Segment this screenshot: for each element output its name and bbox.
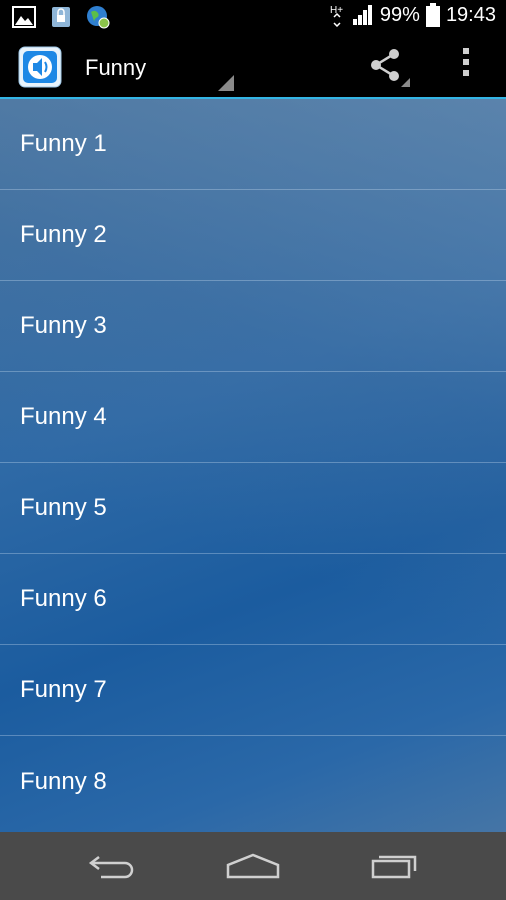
list-item[interactable]: Funny 1 xyxy=(0,99,506,190)
navigation-bar xyxy=(0,832,506,900)
sound-list: Funny 1 Funny 2 Funny 3 Funny 4 Funny 5 … xyxy=(0,99,506,832)
list-item-label: Funny 2 xyxy=(20,221,107,248)
clock: 19:43 xyxy=(445,3,496,26)
overflow-menu-icon xyxy=(450,48,482,76)
app-icon[interactable] xyxy=(18,46,62,88)
lock-file-icon xyxy=(50,6,72,28)
list-item-label: Funny 8 xyxy=(20,767,107,795)
list-item-label: Funny 3 xyxy=(20,312,107,339)
network-type-icon: H+ xyxy=(330,3,346,27)
share-dropdown-indicator xyxy=(401,78,410,87)
system-status: H+ 99% 19:43 xyxy=(330,3,496,27)
back-button[interactable] xyxy=(72,846,152,886)
list-item[interactable]: Funny 2 xyxy=(0,190,506,281)
image-icon xyxy=(12,6,36,28)
list-item-label: Funny 1 xyxy=(20,130,107,157)
recents-icon xyxy=(371,855,417,879)
action-bar: Funny xyxy=(0,33,506,99)
list-item-label: Funny 7 xyxy=(20,676,107,703)
list-item[interactable]: Funny 7 xyxy=(0,645,506,736)
list-item-label: Funny 4 xyxy=(20,403,107,430)
notification-icons xyxy=(12,5,110,29)
list-item-label: Funny 5 xyxy=(20,494,107,521)
dropdown-indicator-icon xyxy=(218,75,234,91)
page-title: Funny xyxy=(85,55,147,80)
list-item[interactable]: Funny 3 xyxy=(0,281,506,372)
battery-icon xyxy=(425,3,440,27)
list-item[interactable]: Funny 6 xyxy=(0,554,506,645)
globe-sync-icon xyxy=(86,5,110,29)
recents-button[interactable] xyxy=(355,846,435,886)
signal-icon xyxy=(352,4,374,26)
list-item[interactable]: Funny 8 xyxy=(0,736,506,827)
share-button[interactable] xyxy=(362,41,414,91)
list-item-label: Funny 6 xyxy=(20,585,107,612)
battery-percent: 99% xyxy=(379,3,420,26)
back-icon xyxy=(88,856,134,879)
title-spinner[interactable]: Funny xyxy=(78,33,238,97)
overflow-menu-button[interactable] xyxy=(450,43,482,89)
status-bar: H+ 99% 19:43 xyxy=(0,0,506,33)
list-item[interactable]: Funny 4 xyxy=(0,372,506,463)
speaker-icon xyxy=(18,46,62,88)
list-item[interactable]: Funny 5 xyxy=(0,463,506,554)
home-icon xyxy=(226,853,280,879)
home-button[interactable] xyxy=(213,846,293,886)
